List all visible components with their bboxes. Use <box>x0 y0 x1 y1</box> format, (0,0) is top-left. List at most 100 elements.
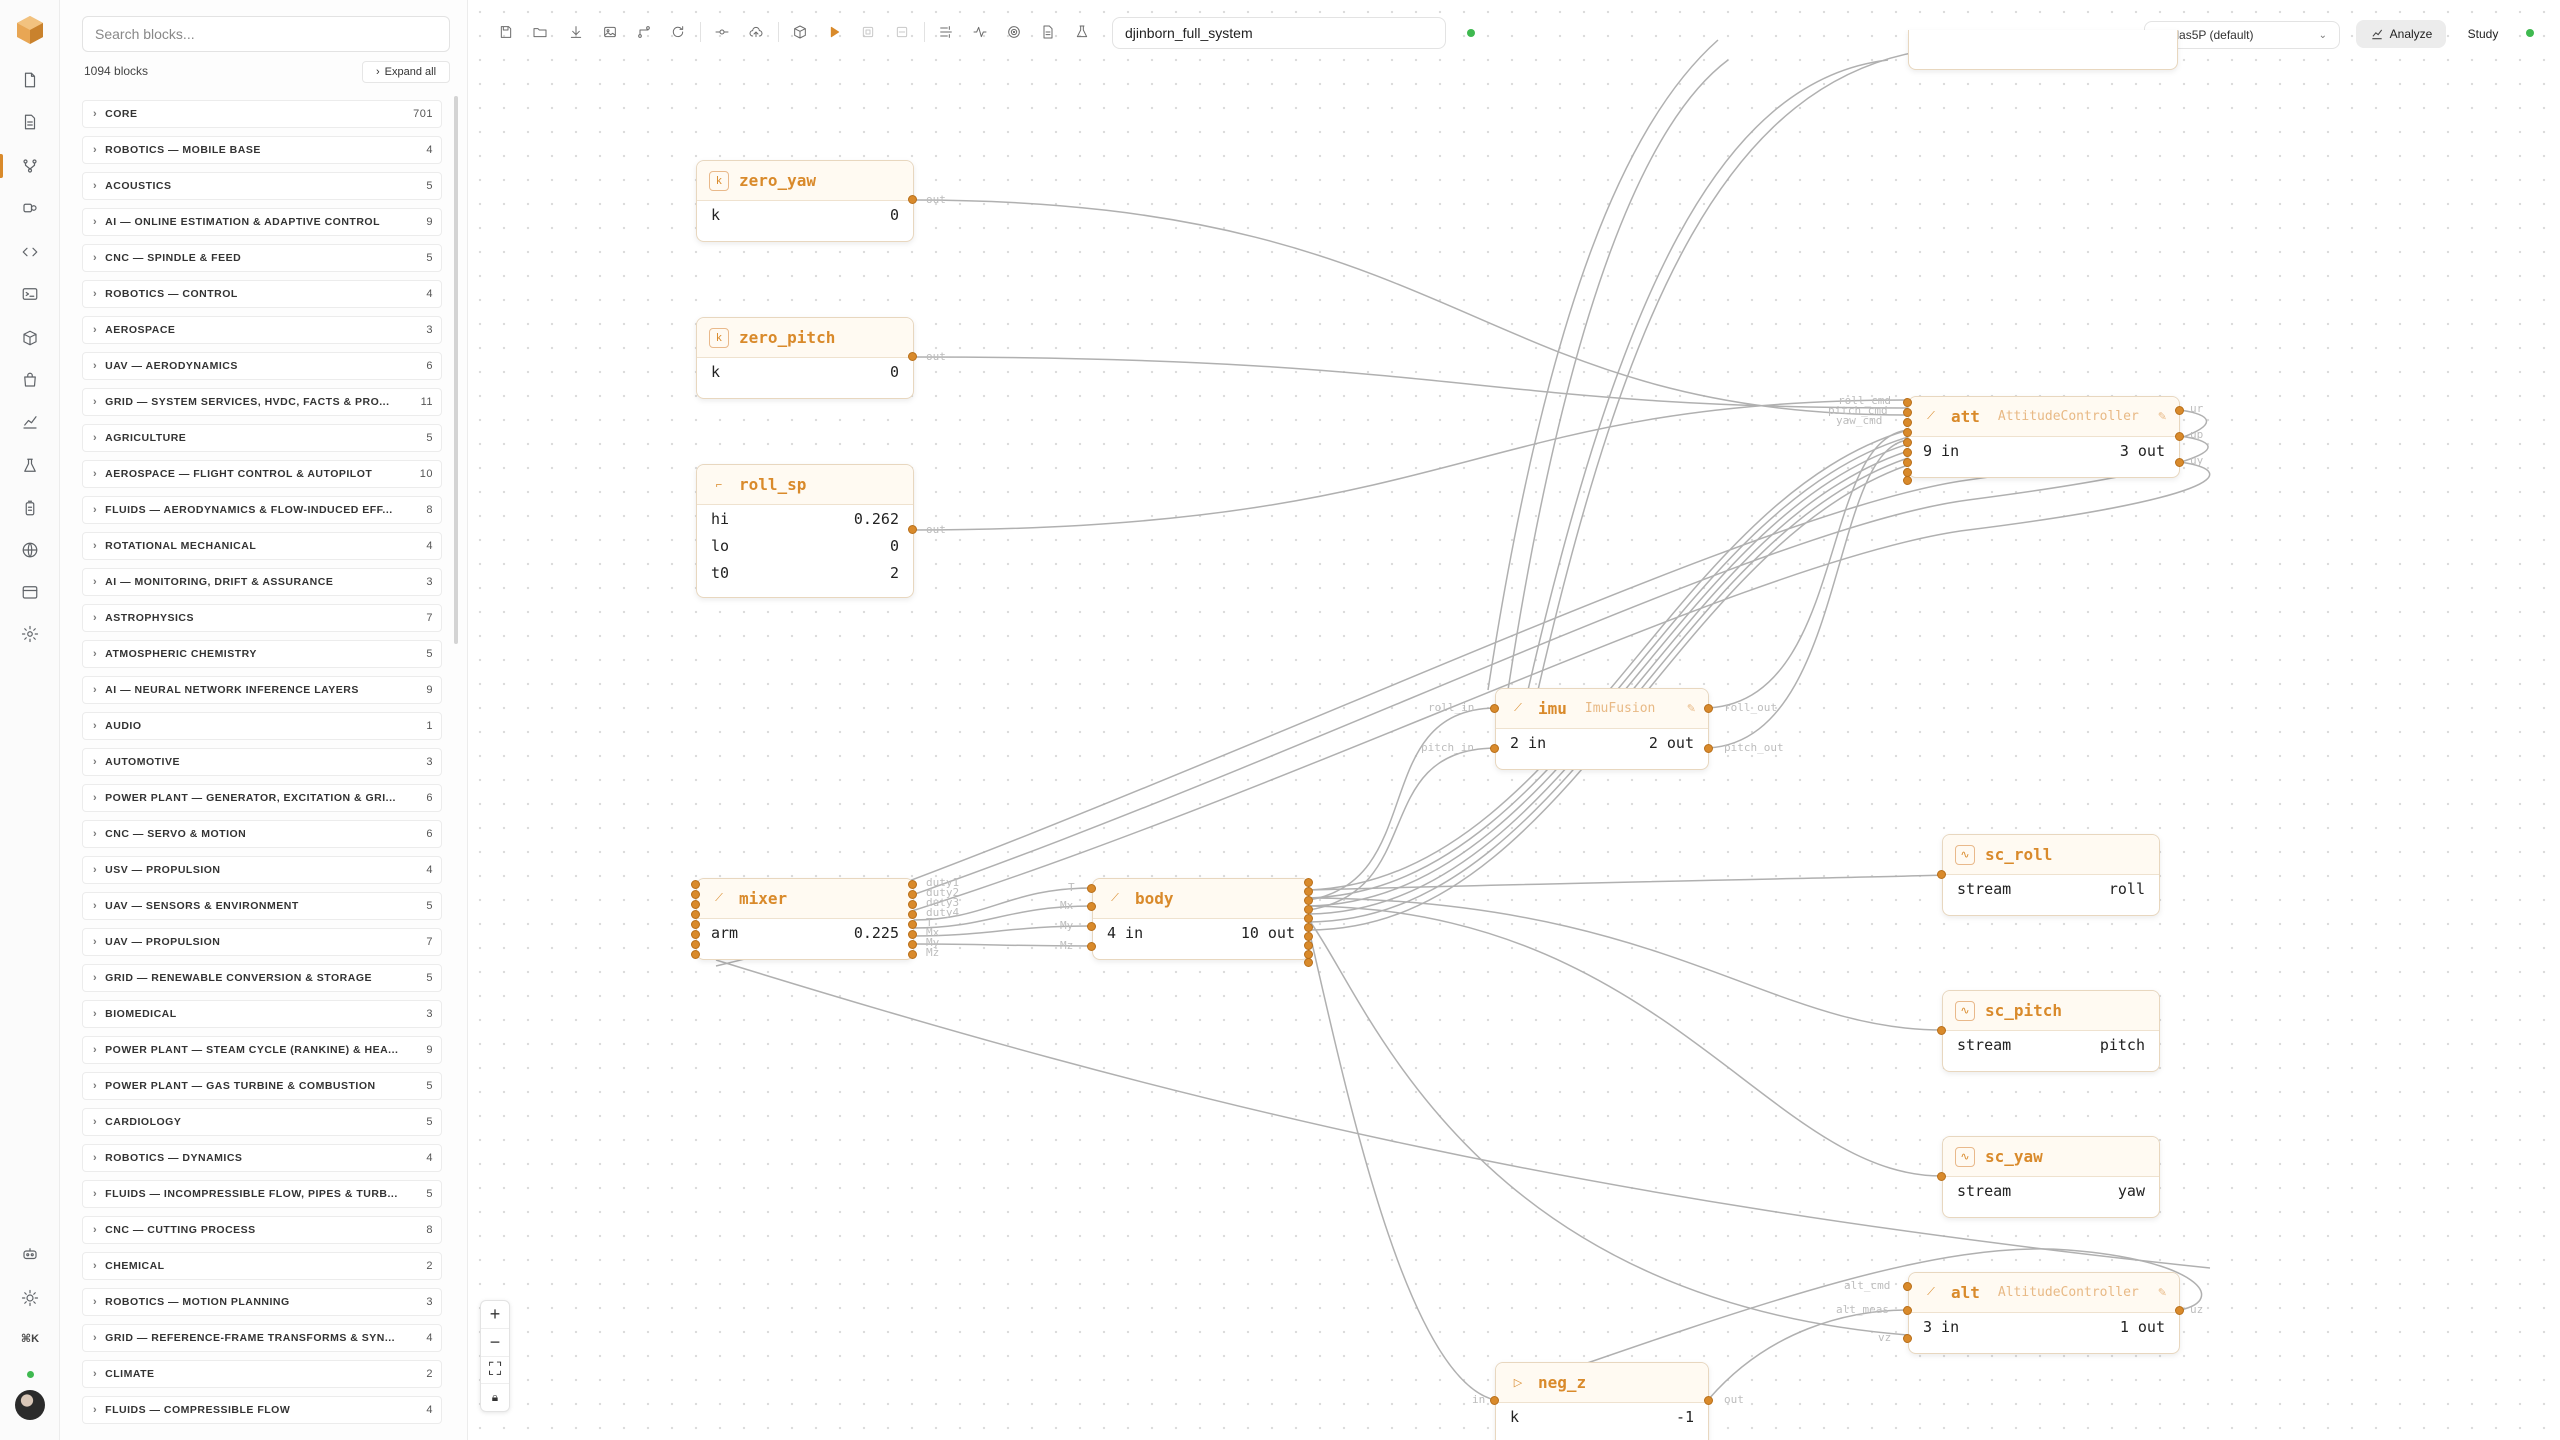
code-icon[interactable] <box>18 240 42 264</box>
output-port[interactable] <box>1304 878 1313 887</box>
input-port[interactable] <box>691 940 700 949</box>
edit-pencil-icon[interactable]: ✎ <box>1687 702 1696 715</box>
list-settings-icon[interactable] <box>934 20 958 44</box>
category-item[interactable]: › ROBOTICS — MOTION PLANNING 3 <box>82 1288 442 1316</box>
report-icon[interactable] <box>1036 20 1060 44</box>
cube-icon[interactable] <box>18 326 42 350</box>
node-zero-pitch[interactable]: k zero_pitch k0 <box>696 317 914 399</box>
settings-gear-icon[interactable] <box>18 622 42 646</box>
node-zero-yaw[interactable]: k zero_yaw k0 <box>696 160 914 242</box>
category-item[interactable]: › GRID — REFERENCE-FRAME TRANSFORMS & SYN… <box>82 1324 442 1352</box>
output-port[interactable] <box>1304 914 1313 923</box>
category-item[interactable]: › CHEMICAL 2 <box>82 1252 442 1280</box>
edit-pencil-icon[interactable]: ✎ <box>2158 1286 2167 1299</box>
category-item[interactable]: › CLIMATE 2 <box>82 1360 442 1388</box>
output-port[interactable] <box>1704 704 1713 713</box>
category-item[interactable]: › AI — MONITORING, DRIFT & ASSURANCE 3 <box>82 568 442 596</box>
input-port[interactable] <box>1903 1282 1912 1291</box>
cloud-upload-icon[interactable] <box>744 20 768 44</box>
target-icon[interactable] <box>1002 20 1026 44</box>
step-icon[interactable] <box>856 20 880 44</box>
download-icon[interactable] <box>564 20 588 44</box>
node-body[interactable]: ⟋ body 4 in 10 out <box>1092 878 1310 960</box>
input-port[interactable] <box>1903 408 1912 417</box>
commit-icon[interactable] <box>710 20 734 44</box>
param-row[interactable]: t0 2 <box>697 559 913 586</box>
category-item[interactable]: › AI — NEURAL NETWORK INFERENCE LAYERS 9 <box>82 676 442 704</box>
category-item[interactable]: › GRID — SYSTEM SERVICES, HVDC, FACTS & P… <box>82 388 442 416</box>
category-item[interactable]: › AUDIO 1 <box>82 712 442 740</box>
category-item[interactable]: › ROBOTICS — MOBILE BASE 4 <box>82 136 442 164</box>
node-roll-sp[interactable]: ⌐ roll_sp hi 0.262 lo 0 t0 2 <box>696 464 914 598</box>
node-att[interactable]: ⟋ att AttitudeController ✎ 9 in 3 out <box>1908 396 2180 478</box>
output-port[interactable] <box>1304 887 1313 896</box>
input-port[interactable] <box>1903 448 1912 457</box>
app-logo-icon[interactable] <box>14 14 46 46</box>
category-item[interactable]: › UAV — SENSORS & ENVIRONMENT 5 <box>82 892 442 920</box>
category-item[interactable]: › ROBOTICS — DYNAMICS 4 <box>82 1144 442 1172</box>
param-row[interactable]: k0 <box>697 358 913 385</box>
analyze-button[interactable]: Analyze <box>2356 20 2446 48</box>
output-port[interactable] <box>908 910 917 919</box>
input-port[interactable] <box>1937 1172 1946 1181</box>
node-sc-roll[interactable]: ∿ sc_roll stream roll <box>1942 834 2160 916</box>
input-port[interactable] <box>1903 398 1912 407</box>
input-port[interactable] <box>1903 438 1912 447</box>
category-item[interactable]: › AEROSPACE — FLIGHT CONTROL & AUTOPILOT 1… <box>82 460 442 488</box>
zoom-in-button[interactable]: + <box>481 1301 509 1329</box>
category-item[interactable]: › AEROSPACE 3 <box>82 316 442 344</box>
model-name-input[interactable] <box>1112 17 1446 49</box>
node-header[interactable]: ∿ sc_yaw <box>1943 1137 2159 1177</box>
output-port[interactable] <box>1304 932 1313 941</box>
user-avatar[interactable] <box>15 1390 45 1420</box>
output-port[interactable] <box>2175 1306 2184 1315</box>
input-port[interactable] <box>1903 458 1912 467</box>
input-port[interactable] <box>1087 922 1096 931</box>
open-folder-icon[interactable] <box>528 20 552 44</box>
command-palette-shortcut[interactable]: ⌘K <box>0 1332 60 1345</box>
output-port[interactable] <box>1304 958 1313 967</box>
param-row[interactable]: stream yaw <box>1943 1177 2159 1204</box>
category-item[interactable]: › BIOMEDICAL 3 <box>82 1000 442 1028</box>
output-port[interactable] <box>2175 406 2184 415</box>
param-row[interactable]: arm 0.225 <box>697 919 913 946</box>
category-item[interactable]: › CNC — SPINDLE & FEED 5 <box>82 244 442 272</box>
save-icon[interactable] <box>494 20 518 44</box>
input-port[interactable] <box>691 950 700 959</box>
node-header[interactable]: ⌐ roll_sp <box>697 465 913 505</box>
zoom-out-button[interactable]: − <box>481 1329 509 1357</box>
battery-icon[interactable] <box>18 496 42 520</box>
search-blocks-input[interactable] <box>82 16 450 52</box>
param-row[interactable]: lo 0 <box>697 532 913 559</box>
output-port[interactable] <box>908 890 917 899</box>
lab-flask-icon[interactable] <box>1070 20 1094 44</box>
node-header[interactable]: ∿ sc_pitch <box>1943 991 2159 1031</box>
input-port[interactable] <box>691 920 700 929</box>
input-port[interactable] <box>1903 428 1912 437</box>
node-header[interactable]: k zero_yaw <box>697 161 913 201</box>
category-item[interactable]: › UAV — AERODYNAMICS 6 <box>82 352 442 380</box>
flask-icon[interactable] <box>18 454 42 478</box>
globe-icon[interactable] <box>18 538 42 562</box>
input-port[interactable] <box>691 910 700 919</box>
input-port[interactable] <box>1087 884 1096 893</box>
edit-pencil-icon[interactable]: ✎ <box>2158 410 2167 423</box>
category-item[interactable]: › AGRICULTURE 5 <box>82 424 442 452</box>
category-item[interactable]: › CORE 701 <box>82 100 442 128</box>
output-port[interactable] <box>1304 923 1313 932</box>
param-row[interactable]: k0 <box>697 201 913 228</box>
category-item[interactable]: › ASTROPHYSICS 7 <box>82 604 442 632</box>
component-icon[interactable] <box>18 196 42 220</box>
input-port[interactable] <box>691 880 700 889</box>
category-item[interactable]: › POWER PLANT — GAS TURBINE & COMBUSTION 5 <box>82 1072 442 1100</box>
theme-sun-icon[interactable] <box>18 1286 42 1310</box>
input-port[interactable] <box>1903 476 1912 485</box>
calendar-icon[interactable] <box>18 580 42 604</box>
node-header[interactable]: ▷ neg_z <box>1496 1363 1708 1403</box>
input-port[interactable] <box>1087 942 1096 951</box>
node-header[interactable]: ⟋ alt AltitudeController ✎ <box>1909 1273 2179 1313</box>
bag-icon[interactable] <box>18 368 42 392</box>
category-item[interactable]: › UAV — PROPULSION 7 <box>82 928 442 956</box>
node-header[interactable]: ⟋ mixer <box>697 879 913 919</box>
signal-icon[interactable] <box>968 20 992 44</box>
